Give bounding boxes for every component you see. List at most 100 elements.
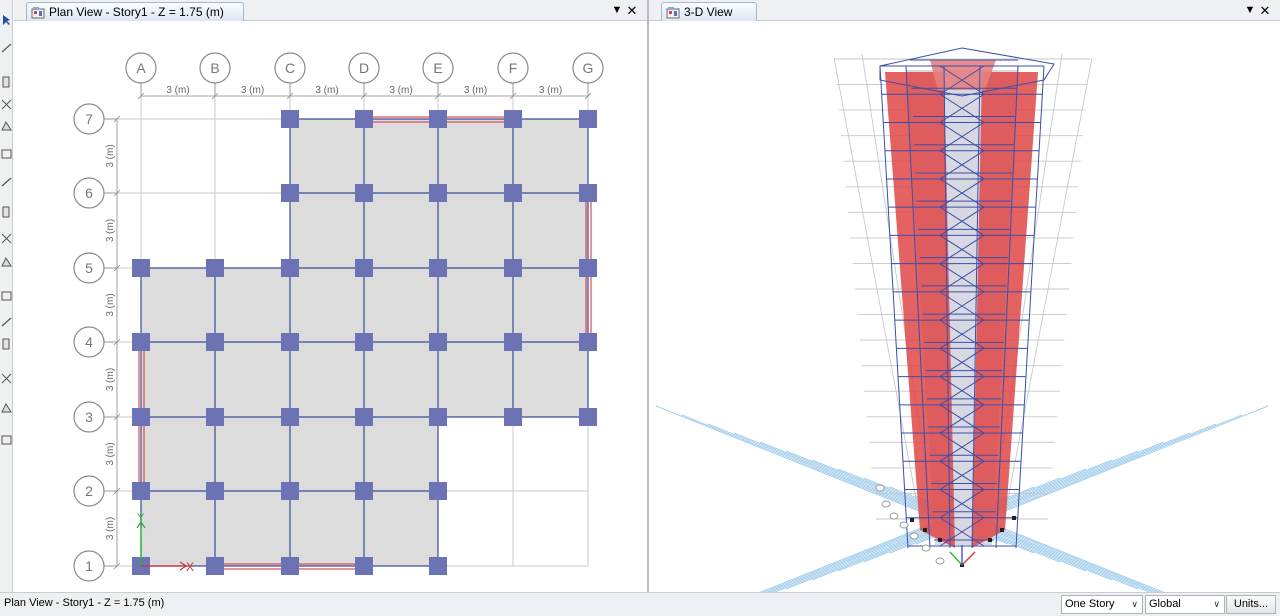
support-point[interactable] [910, 518, 914, 522]
3d-view-canvas[interactable] [649, 22, 1280, 592]
column[interactable] [429, 333, 447, 351]
column[interactable] [579, 110, 597, 128]
column[interactable] [429, 557, 447, 575]
grid-bubble-3d [921, 544, 931, 552]
support-point[interactable] [988, 538, 992, 542]
column[interactable] [281, 557, 299, 575]
support-point[interactable] [923, 528, 927, 532]
column[interactable] [355, 557, 373, 575]
column[interactable] [281, 110, 299, 128]
column[interactable] [429, 408, 447, 426]
shear-wall-3d-top[interactable] [930, 60, 996, 90]
column[interactable] [579, 333, 597, 351]
shear-wall-3d[interactable] [972, 72, 1038, 548]
column[interactable] [429, 482, 447, 500]
y-dimension-label: 3 (m) [105, 517, 116, 540]
x-dimension-label: 3 (m) [539, 85, 562, 96]
column[interactable] [206, 482, 224, 500]
pointer-icon[interactable] [1, 14, 12, 26]
grid-bubble-B[interactable]: B [199, 52, 231, 96]
plan-view-canvas[interactable]: 3 (m) 3 (m) 3 (m) 3 (m) 3 (m) 3 (m) 3 (m) 3 (m)… [14, 22, 647, 592]
column[interactable] [579, 259, 597, 277]
grid-bubble-D[interactable]: D [348, 52, 380, 96]
coordinate-system-value: Global [1149, 598, 1181, 610]
coordinate-system-select[interactable]: Global ∨ [1145, 595, 1225, 614]
column[interactable] [355, 408, 373, 426]
3d-view-panel: 3-D View ▼ ✕ [649, 0, 1280, 592]
draw-point-icon[interactable] [1, 256, 12, 268]
reshape-icon[interactable] [1, 42, 12, 54]
grid-bubble-7[interactable]: 7 [73, 103, 117, 135]
column[interactable] [206, 259, 224, 277]
units-button[interactable]: Units... [1226, 595, 1276, 614]
plan-view-pin-button[interactable]: ▼ [610, 3, 624, 18]
tab-plan-view[interactable]: Plan View - Story1 - Z = 1.75 (m) [26, 2, 244, 21]
column[interactable] [429, 184, 447, 202]
column[interactable] [504, 184, 522, 202]
column[interactable] [132, 408, 150, 426]
grid-label-F: F [509, 60, 518, 76]
support-point[interactable] [1012, 516, 1016, 520]
story-select[interactable]: One Story ∨ [1061, 595, 1143, 614]
grid-bubble-F[interactable]: F [497, 52, 529, 96]
column[interactable] [281, 333, 299, 351]
column[interactable] [132, 333, 150, 351]
grid-bubble-A[interactable]: A [125, 52, 157, 96]
grid-bubble-6[interactable]: 6 [73, 177, 117, 209]
column[interactable] [281, 482, 299, 500]
column[interactable] [355, 333, 373, 351]
draw-area-icon[interactable] [1, 402, 12, 414]
tab-3d-view[interactable]: 3-D View [661, 2, 757, 21]
column[interactable] [355, 259, 373, 277]
support-point[interactable] [938, 538, 942, 542]
plan-drawing[interactable]: 3 (m) 3 (m) 3 (m) 3 (m) 3 (m) 3 (m) 3 (m) 3 (m)… [14, 22, 647, 592]
column[interactable] [132, 259, 150, 277]
draw-slab-icon[interactable] [1, 176, 12, 188]
plan-view-icon [31, 6, 45, 18]
column[interactable] [579, 184, 597, 202]
draw-column-icon[interactable] [1, 120, 12, 132]
grid-bubble-4[interactable]: 4 [73, 326, 117, 358]
column[interactable] [504, 259, 522, 277]
support-point[interactable] [1000, 528, 1004, 532]
column[interactable] [504, 110, 522, 128]
column[interactable] [579, 408, 597, 426]
column[interactable] [429, 110, 447, 128]
grid-bubble-C[interactable]: C [274, 52, 306, 96]
draw-link-icon[interactable] [1, 290, 12, 302]
snap-icon[interactable] [1, 434, 12, 446]
grid-bubble-E[interactable]: E [422, 52, 454, 96]
draw-section-cut-icon[interactable] [1, 316, 12, 328]
draw-dimension-icon[interactable] [1, 338, 12, 350]
draw-brace-icon[interactable] [1, 148, 12, 160]
draw-grid-icon[interactable] [1, 372, 12, 384]
3d-view-close-button[interactable]: ✕ [1258, 3, 1272, 18]
grid-bubble-2[interactable]: 2 [73, 475, 117, 507]
grid-bubble-3[interactable]: 3 [73, 401, 117, 433]
draw-wall-icon[interactable] [1, 206, 12, 218]
draw-line-icon[interactable] [1, 76, 12, 88]
column[interactable] [504, 408, 522, 426]
grid-bubble-G[interactable]: G [572, 52, 604, 96]
status-bar: Plan View - Story1 - Z = 1.75 (m) One St… [0, 592, 1280, 616]
column[interactable] [355, 110, 373, 128]
column[interactable] [281, 408, 299, 426]
plan-view-close-button[interactable]: ✕ [625, 3, 639, 18]
column[interactable] [281, 259, 299, 277]
column[interactable] [429, 259, 447, 277]
column[interactable] [355, 184, 373, 202]
column[interactable] [206, 557, 224, 575]
grid-bubble-5[interactable]: 5 [73, 252, 117, 284]
column[interactable] [132, 482, 150, 500]
grid-bubble-1[interactable]: 1 [73, 550, 117, 582]
etabs-window: Plan View - Story1 - Z = 1.75 (m) ▼ ✕ 3 … [0, 0, 1280, 616]
3d-drawing[interactable] [649, 22, 1280, 592]
column[interactable] [355, 482, 373, 500]
column[interactable] [206, 333, 224, 351]
draw-opening-icon[interactable] [1, 232, 12, 244]
column[interactable] [206, 408, 224, 426]
3d-view-pin-button[interactable]: ▼ [1243, 3, 1257, 18]
column[interactable] [504, 333, 522, 351]
draw-beam-icon[interactable] [1, 98, 12, 110]
column[interactable] [281, 184, 299, 202]
